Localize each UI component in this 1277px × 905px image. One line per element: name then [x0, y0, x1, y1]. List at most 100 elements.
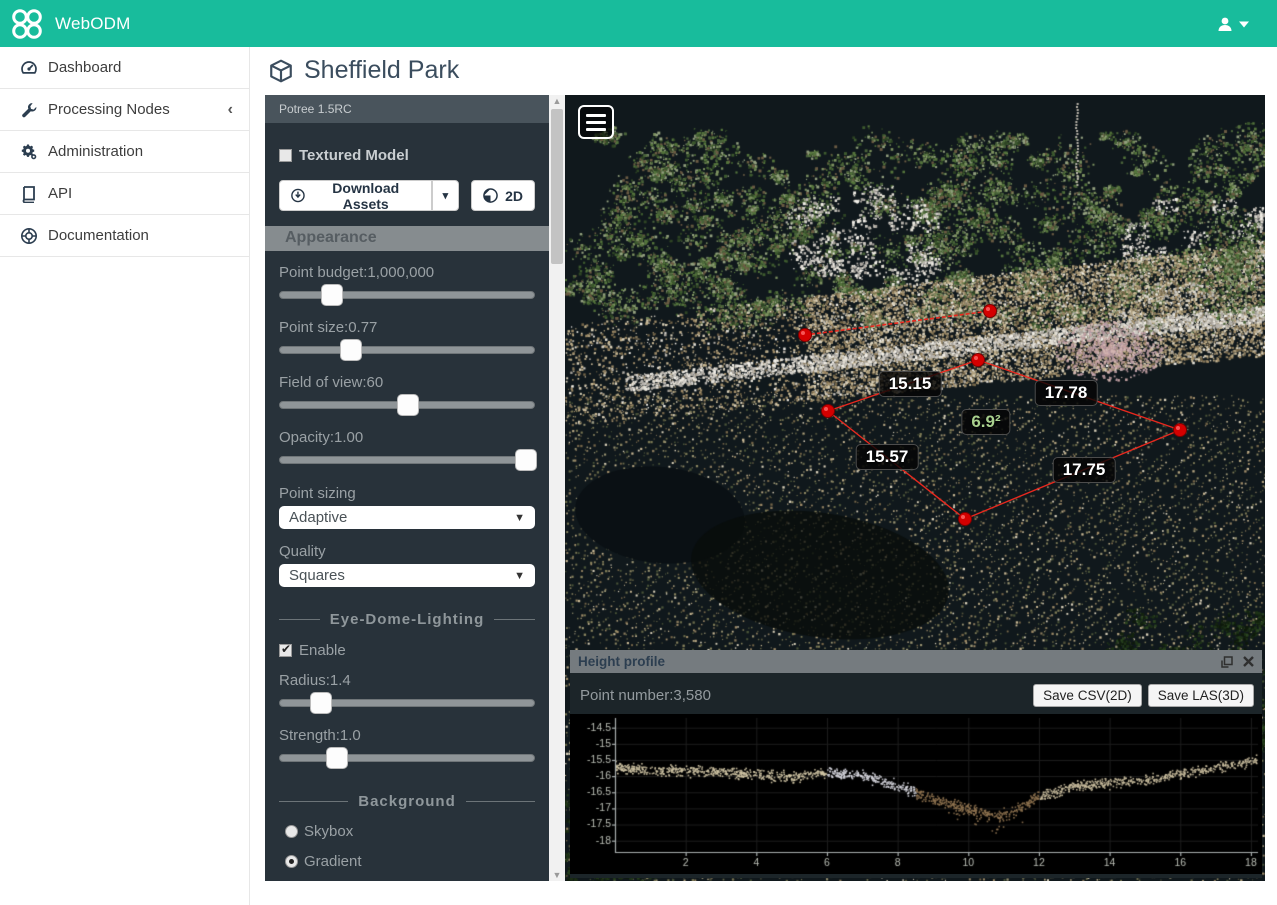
background-legend: Background: [279, 793, 535, 810]
view-2d-button[interactable]: 2D: [471, 180, 535, 211]
download-icon: [291, 188, 305, 203]
gears-icon: [20, 143, 38, 161]
height-profile-panel: Height profile Point number:3,580 Save C…: [570, 650, 1262, 878]
radio-label: Skybox: [304, 823, 353, 840]
dashboard-icon: [20, 59, 38, 77]
caret-down-icon: [1239, 20, 1249, 28]
user-icon: [1217, 16, 1233, 32]
radio-skybox[interactable]: [285, 825, 298, 838]
wrench-icon: [20, 101, 38, 119]
slider-2-thumb[interactable]: [397, 394, 419, 416]
edl-enable-label: Enable: [299, 642, 346, 659]
slider-3-thumb[interactable]: [515, 449, 537, 471]
scrollbar-thumb[interactable]: [551, 109, 563, 264]
edge-measurement-label: 17.75: [1053, 457, 1116, 483]
save-csv-button[interactable]: Save CSV(2D): [1033, 684, 1142, 707]
page-title-text: Sheffield Park: [304, 56, 459, 85]
save-las-button[interactable]: Save LAS(3D): [1148, 684, 1254, 707]
select-0-label: Point sizing: [279, 485, 535, 502]
sidebar-item-label: Administration: [48, 143, 143, 160]
select-1-label: Quality: [279, 543, 535, 560]
edl-slider-1[interactable]: [279, 747, 535, 769]
life-ring-icon: [20, 227, 38, 245]
edge-measurement-label: 17.78: [1035, 380, 1098, 406]
point-number-label: Point number:3,580: [580, 687, 1027, 704]
area-measurement-label: 6.9²: [961, 409, 1010, 435]
sidebar-item-label: Processing Nodes: [48, 101, 170, 118]
select-0[interactable]: Adaptive ▼: [279, 506, 535, 529]
slider-1[interactable]: [279, 339, 535, 361]
height-profile-chart[interactable]: [570, 714, 1262, 874]
slider-2[interactable]: [279, 394, 535, 416]
slider-1-thumb[interactable]: [340, 339, 362, 361]
select-1[interactable]: Squares ▼: [279, 564, 535, 587]
sidebar-item-label: API: [48, 185, 72, 202]
edl-legend: Eye-Dome-Lighting: [279, 611, 535, 628]
background-option-skybox[interactable]: Skybox: [285, 823, 535, 840]
slider-1-label: Point size:0.77: [279, 319, 535, 336]
edge-measurement-label: 15.15: [879, 371, 942, 397]
view-2d-label: 2D: [505, 188, 523, 204]
download-dropdown-button[interactable]: ▾: [432, 180, 460, 211]
sidebar-item-label: Documentation: [48, 227, 149, 244]
edl-slider-0-thumb[interactable]: [310, 692, 332, 714]
potree-version: Potree 1.5RC: [265, 95, 549, 123]
point-cloud-viewer[interactable]: 15.15 17.78 6.9² 15.57 17.75 Height profile …: [565, 95, 1265, 881]
brand[interactable]: WebODM: [0, 7, 131, 41]
webodm-logo-icon: [10, 7, 44, 41]
slider-3[interactable]: [279, 449, 535, 471]
scroll-up-arrow[interactable]: ▲: [549, 95, 565, 107]
restore-window-icon[interactable]: [1221, 656, 1233, 668]
radio-gradient[interactable]: [285, 855, 298, 868]
caret-down-icon: ▼: [514, 570, 525, 582]
sidebar-item-label: Dashboard: [48, 59, 121, 76]
edl-slider-1-track: [279, 754, 535, 762]
slider-3-track: [279, 456, 535, 464]
background-option-gradient[interactable]: Gradient: [285, 853, 535, 870]
download-assets-button[interactable]: Download Assets: [279, 180, 432, 211]
edl-slider-1-label: Strength:1.0: [279, 727, 535, 744]
appearance-section-header: Appearance: [265, 226, 549, 251]
user-menu[interactable]: [1217, 0, 1249, 47]
scroll-down-arrow[interactable]: ▼: [549, 869, 565, 881]
book-icon: [20, 185, 38, 203]
caret-down-icon: ▼: [514, 512, 525, 524]
slider-2-label: Field of view:60: [279, 374, 535, 391]
height-profile-title: Height profile: [578, 654, 1221, 669]
potree-panel-scrollbar[interactable]: ▲ ▼: [549, 95, 565, 881]
edl-enable-row[interactable]: Enable: [279, 642, 535, 659]
radio-label: Gradient: [304, 853, 362, 870]
sidebar-item-documentation[interactable]: Documentation: [0, 215, 249, 257]
select-0-value: Adaptive: [289, 509, 347, 526]
brand-title: WebODM: [55, 14, 131, 34]
slider-1-track: [279, 346, 535, 354]
textured-model-label: Textured Model: [299, 147, 409, 164]
slider-0[interactable]: [279, 284, 535, 306]
edl-slider-1-thumb[interactable]: [326, 747, 348, 769]
textured-model-checkbox[interactable]: [279, 149, 292, 162]
caret-down-icon: ▾: [443, 189, 449, 202]
edl-slider-0[interactable]: [279, 692, 535, 714]
globe-icon: [483, 188, 498, 203]
slider-3-label: Opacity:1.00: [279, 429, 535, 446]
height-profile-header[interactable]: Height profile: [570, 650, 1262, 673]
chevron-left-icon[interactable]: ‹: [228, 101, 233, 119]
close-icon[interactable]: [1243, 656, 1254, 667]
sidebar-item-administration[interactable]: Administration: [0, 131, 249, 173]
cube-icon: [268, 58, 294, 84]
top-navbar: WebODM: [0, 0, 1277, 47]
page-title: Sheffield Park: [268, 56, 459, 85]
sidebar-item-dashboard[interactable]: Dashboard: [0, 47, 249, 89]
viewer-menu-button[interactable]: [578, 105, 614, 139]
download-assets-label: Download Assets: [312, 180, 420, 212]
select-1-value: Squares: [289, 567, 345, 584]
slider-0-track: [279, 291, 535, 299]
edge-measurement-label: 15.57: [856, 444, 919, 470]
textured-model-row[interactable]: Textured Model: [279, 147, 535, 164]
potree-panel: Potree 1.5RC Textured Model Download Ass…: [265, 95, 549, 881]
sidebar-item-api[interactable]: API: [0, 173, 249, 215]
edl-enable-checkbox[interactable]: [279, 644, 292, 657]
slider-0-thumb[interactable]: [321, 284, 343, 306]
sidebar: Dashboard Processing Nodes ‹ Administrat…: [0, 47, 250, 905]
sidebar-item-processing-nodes[interactable]: Processing Nodes ‹: [0, 89, 249, 131]
